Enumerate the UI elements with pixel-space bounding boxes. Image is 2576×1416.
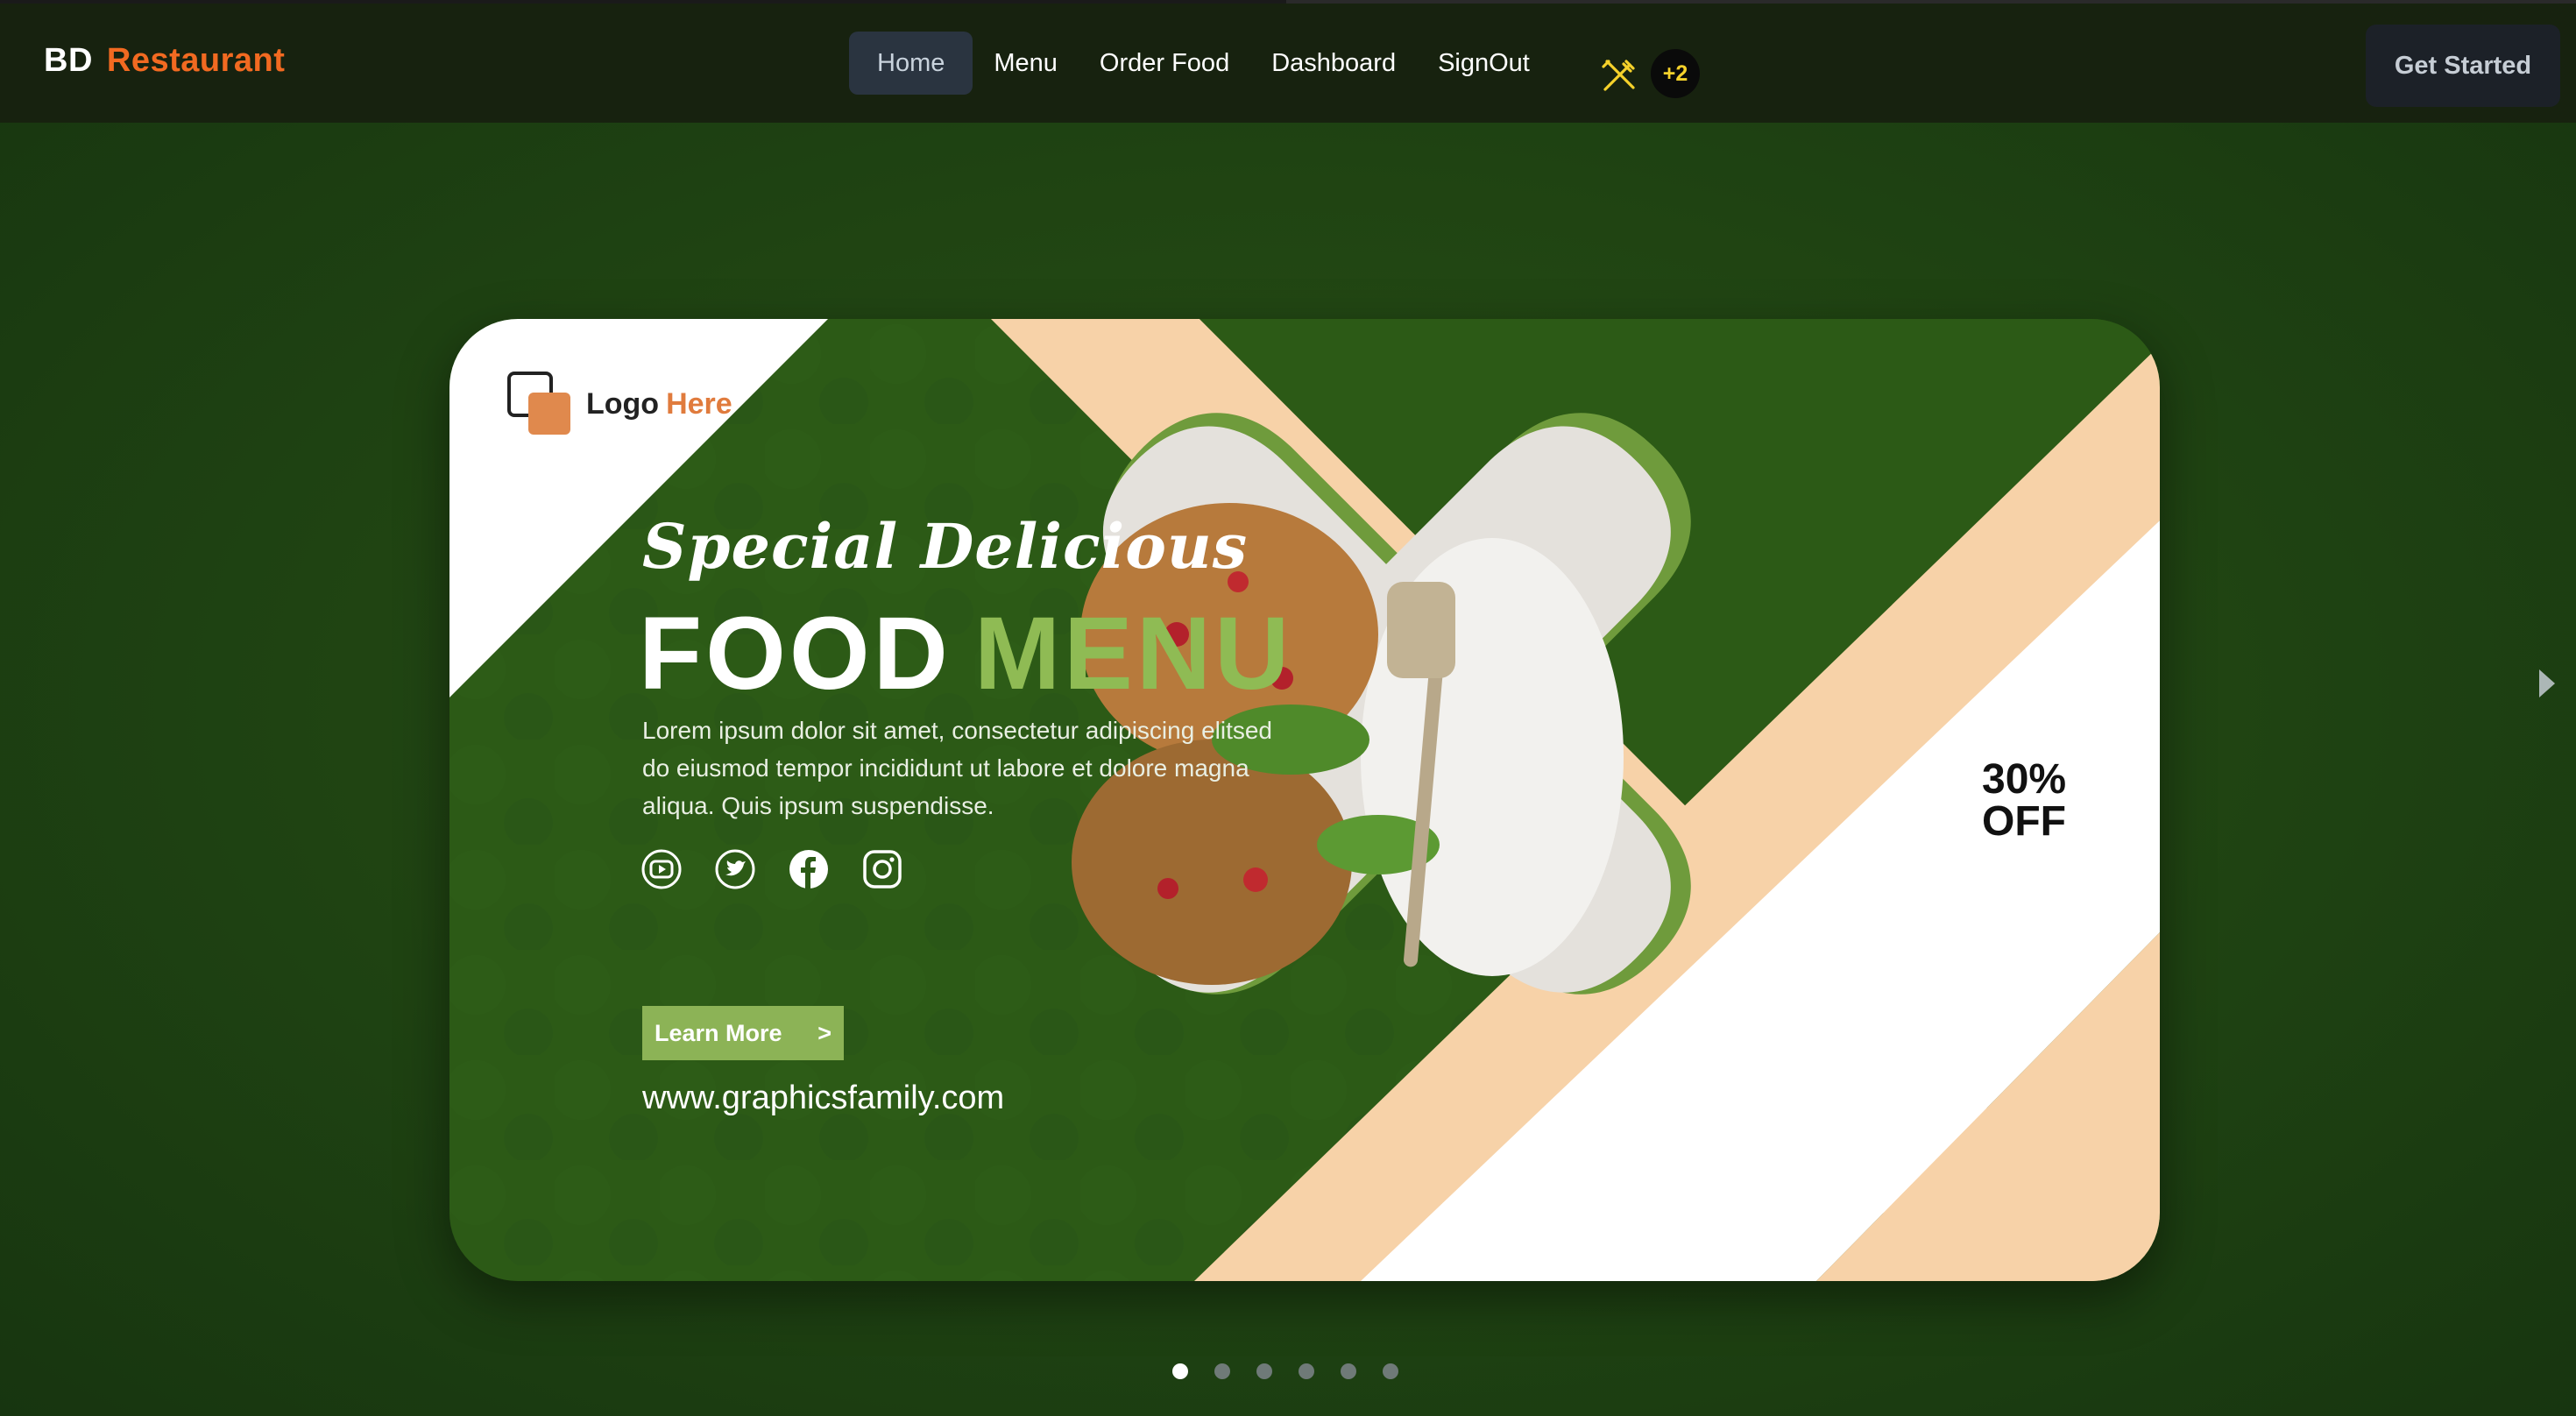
promo-banner: Logo Here Special Delicious FOOD MENU Lore… [449, 319, 2160, 1281]
carousel-dot-2[interactable] [1214, 1363, 1230, 1379]
navbar: BD Restaurant Home Menu Order Food Dashbo… [0, 4, 2576, 123]
chevron-right-icon: > [817, 1020, 832, 1046]
logo-word: Logo [586, 387, 660, 421]
brand-prefix: BD [44, 42, 93, 79]
carousel-indicators [1172, 1363, 1398, 1379]
carousel-next-arrow-icon[interactable] [2539, 669, 2555, 697]
nav-item-dashboard[interactable]: Dashboard [1250, 32, 1417, 95]
headline-food: FOOD [639, 596, 952, 712]
carousel-dot-3[interactable] [1256, 1363, 1272, 1379]
youtube-icon[interactable] [640, 848, 683, 890]
banner-logo-text: Logo Here [586, 387, 732, 421]
banner-headline: FOOD MENU [639, 594, 1292, 713]
utensils-icon[interactable] [1600, 56, 1638, 95]
discount-percent: 30% [1982, 756, 2067, 803]
get-started-button[interactable]: Get Started [2366, 25, 2560, 107]
twitter-icon[interactable] [714, 848, 756, 890]
hero-carousel: Logo Here Special Delicious FOOD MENU Lore… [0, 123, 2576, 1416]
carousel-dot-6[interactable] [1383, 1363, 1398, 1379]
banner-description: Lorem ipsum dolor sit amet, consectetur … [642, 717, 1273, 819]
nav-item-signout[interactable]: SignOut [1417, 32, 1551, 95]
brand-logo[interactable]: BD Restaurant [44, 42, 285, 80]
nav-links: Home Menu Order Food Dashboard SignOut [849, 32, 1551, 95]
social-icons [640, 848, 903, 890]
nav-item-home[interactable]: Home [849, 32, 973, 95]
cart-count-badge[interactable]: +2 [1651, 49, 1700, 98]
nav-item-order-food[interactable]: Order Food [1079, 32, 1250, 95]
instagram-icon[interactable] [861, 848, 903, 890]
carousel-dot-4[interactable] [1299, 1363, 1314, 1379]
carousel-dot-5[interactable] [1341, 1363, 1356, 1379]
nav-item-menu[interactable]: Menu [973, 32, 1079, 95]
learn-more-label: Learn More [655, 1020, 782, 1046]
brand-name: Restaurant [106, 42, 286, 79]
carousel-dot-1[interactable] [1172, 1363, 1188, 1379]
logo-mark-icon [507, 372, 570, 435]
logo-accent-word: Here [666, 387, 732, 421]
learn-more-button[interactable]: Learn More > [642, 1006, 844, 1060]
banner-script-title: Special Delicious [642, 510, 1249, 583]
headline-menu: MENU [973, 596, 1293, 712]
banner-website: www.graphicsfamily.com [642, 1080, 1005, 1116]
discount-off: OFF [1982, 798, 2066, 845]
facebook-icon[interactable] [788, 848, 830, 890]
discount-label: 30% OFF [1982, 759, 2066, 843]
